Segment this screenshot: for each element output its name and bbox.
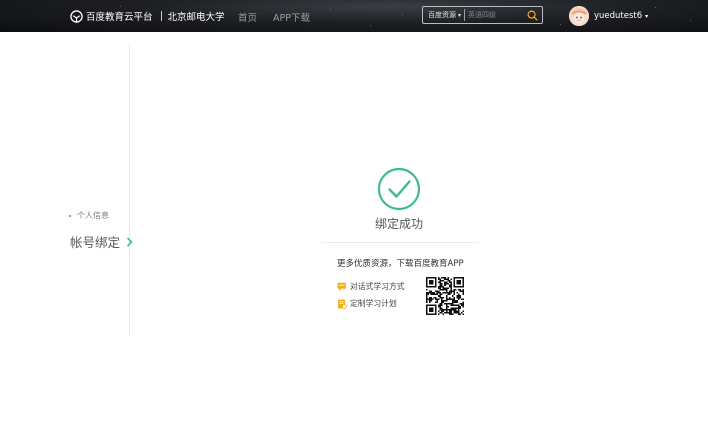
nav-home-link[interactable]: 首页: [238, 10, 257, 24]
feature-label: 对话式学习方式: [350, 282, 405, 291]
bullet-icon: [69, 214, 71, 217]
logo-divider: [160, 11, 162, 21]
caret-down-icon: ▾: [645, 12, 649, 20]
chevron-right-icon: [126, 236, 133, 247]
chat-icon: [337, 282, 346, 291]
success-check-icon: [377, 167, 421, 211]
search-scope-dropdown[interactable]: 百度资源 ▾: [423, 10, 461, 20]
content-divider: [321, 242, 479, 243]
sidebar-item-account-binding[interactable]: 帐号绑定: [70, 232, 133, 251]
sidebar-item-label: 帐号绑定: [70, 235, 121, 250]
feature-label: 定制学习计划: [350, 299, 397, 308]
sidebar-item-label: 个人信息: [77, 211, 109, 220]
app-promo-text: 更多优质资源，下载百度教育APP: [337, 259, 464, 269]
search-input[interactable]: [468, 11, 527, 19]
avatar: [569, 6, 589, 26]
sidebar: 个人信息 帐号绑定: [0, 44, 133, 336]
school-name: 北京邮电大学: [167, 12, 225, 23]
search-box: 百度资源 ▾: [422, 6, 543, 24]
platform-name: 百度教育云平台: [86, 12, 153, 23]
feature-item: 定制学习计划: [337, 298, 397, 309]
sidebar-item-personal-info[interactable]: 个人信息: [69, 210, 109, 221]
user-menu[interactable]: yuedutest6 ▾: [569, 6, 648, 26]
top-navigation-bar: 百度教育云平台 北京邮电大学 首页 APP下载 百度资源 ▾ 英语四级 yued…: [0, 0, 708, 32]
search-scope-label: 百度资源: [428, 11, 456, 19]
search-divider: [464, 9, 466, 21]
cloud-logo-icon: [70, 9, 83, 23]
plan-icon: [338, 299, 347, 309]
search-icon[interactable]: [527, 10, 538, 21]
username: yuedutest6: [594, 11, 643, 21]
feature-item: 对话式学习方式: [337, 281, 405, 292]
app-download-qr-code: [426, 277, 464, 315]
success-message: 绑定成功: [375, 217, 424, 231]
caret-down-icon: ▾: [458, 11, 462, 19]
nav-app-download-link[interactable]: APP下载: [273, 10, 310, 24]
platform-logo[interactable]: 百度教育云平台 北京邮电大学: [70, 9, 225, 23]
